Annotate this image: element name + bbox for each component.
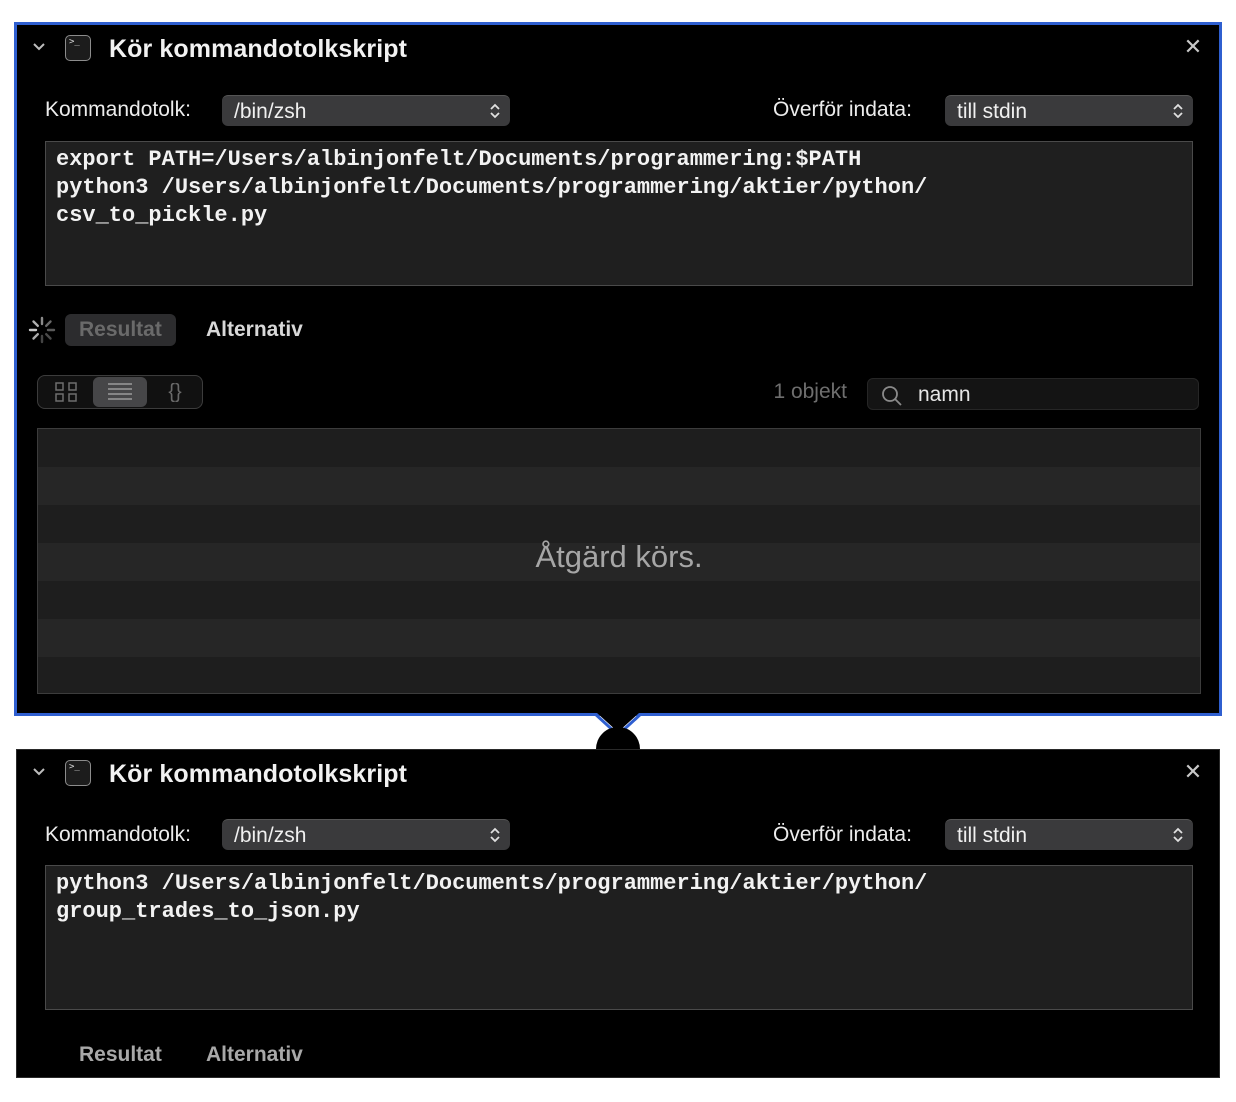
tab-alternativ[interactable]: Alternativ [192, 314, 317, 346]
grid-icon [55, 382, 77, 402]
shell-label: Kommandotolk: [45, 823, 191, 846]
json-view-button[interactable]: {} [148, 377, 202, 407]
shell-popup[interactable]: /bin/zsh [222, 819, 510, 850]
script-editor[interactable]: export PATH=/Users/albinjonfelt/Document… [45, 141, 1193, 286]
action-title: Kör kommandotolkskript [109, 760, 408, 788]
shell-label: Kommandotolk: [45, 98, 191, 121]
close-icon[interactable]: ✕ [1181, 35, 1205, 59]
action-title: Kör kommandotolkskript [109, 35, 408, 63]
tab-resultat[interactable]: Resultat [65, 314, 176, 346]
shell-popup-value: /bin/zsh [234, 824, 307, 847]
chevron-down-icon[interactable] [31, 39, 47, 55]
updown-chevron-icon [1173, 827, 1183, 843]
terminal-icon: >_ [65, 760, 91, 786]
chevron-down-icon[interactable] [31, 764, 47, 780]
view-mode-segmented-control: {} [37, 375, 203, 409]
tab-resultat[interactable]: Resultat [65, 1039, 176, 1071]
shell-popup[interactable]: /bin/zsh [222, 95, 510, 126]
pass-input-label: Överför indata: [773, 98, 912, 121]
action-connector [594, 713, 642, 753]
icon-view-button[interactable] [40, 377, 94, 407]
list-view-button[interactable] [93, 377, 147, 407]
list-row [38, 619, 1200, 657]
list-row [38, 467, 1200, 505]
results-count: 1 objekt [773, 380, 847, 403]
action-run-shell-script-2[interactable]: >_ Kör kommandotolkskript ✕ Kommandotolk… [16, 749, 1220, 1078]
results-search-field[interactable]: namn [867, 378, 1199, 410]
action-header: >_ Kör kommandotolkskript ✕ [17, 25, 1219, 77]
shell-popup-value: /bin/zsh [234, 100, 307, 123]
action-header: >_ Kör kommandotolkskript ✕ [17, 750, 1219, 802]
list-row [38, 429, 1200, 467]
pass-input-popup[interactable]: till stdin [945, 819, 1193, 850]
pass-input-popup[interactable]: till stdin [945, 95, 1193, 126]
updown-chevron-icon [490, 103, 500, 119]
search-input[interactable]: namn [918, 379, 971, 411]
results-list: Åtgärd körs. [37, 428, 1201, 694]
terminal-icon: >_ [65, 35, 91, 61]
results-options-tabs: Resultat Alternativ [17, 1037, 1219, 1073]
spinner-icon [28, 316, 56, 344]
list-row [38, 581, 1200, 619]
list-row [38, 505, 1200, 543]
close-icon[interactable]: ✕ [1181, 760, 1205, 784]
updown-chevron-icon [1173, 103, 1183, 119]
action-run-shell-script-1[interactable]: >_ Kör kommandotolkskript ✕ Kommandotolk… [14, 22, 1222, 716]
script-editor[interactable]: python3 /Users/albinjonfelt/Documents/pr… [45, 865, 1193, 1010]
list-icon [108, 383, 132, 400]
list-row [38, 657, 1200, 693]
pass-input-label: Överför indata: [773, 823, 912, 846]
updown-chevron-icon [490, 827, 500, 843]
results-options-tabs: Resultat Alternativ [17, 312, 1219, 348]
pass-input-popup-value: till stdin [957, 824, 1028, 847]
running-status: Åtgärd körs. [535, 539, 703, 574]
search-icon [882, 386, 902, 406]
tab-alternativ[interactable]: Alternativ [192, 1039, 317, 1071]
pass-input-popup-value: till stdin [957, 100, 1028, 123]
